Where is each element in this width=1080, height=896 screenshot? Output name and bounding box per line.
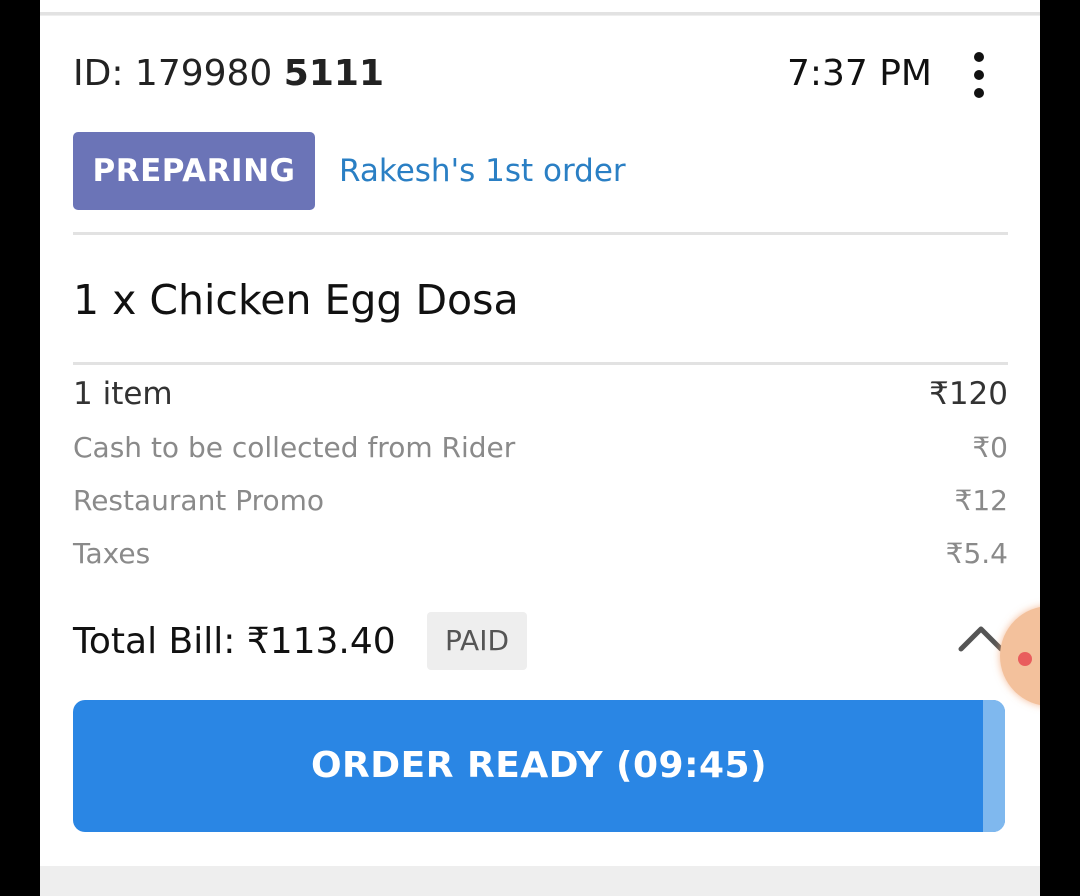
button-progress-edge — [983, 700, 1005, 832]
previous-card-edge — [40, 0, 1040, 15]
bill-row-value: ₹0 — [972, 431, 1008, 464]
status-row: PREPARING Rakesh's 1st order — [73, 132, 1008, 210]
divider — [73, 362, 1008, 365]
status-badge: PREPARING — [73, 132, 315, 210]
order-time: 7:37 PM — [786, 53, 932, 94]
bill-row-label: 1 item — [73, 376, 173, 412]
bill-row-value: ₹12 — [954, 484, 1008, 517]
order-card: ID: 179980 5111 7:37 PM PREPARING Rakesh… — [40, 16, 1040, 866]
order-id-suffix: 5111 — [283, 53, 384, 94]
bill-row-label: Taxes — [73, 537, 151, 570]
total-row: Total Bill: ₹113.40 PAID — [73, 610, 1008, 674]
total-bill: Total Bill: ₹113.40 — [73, 621, 396, 662]
kebab-menu-icon[interactable] — [972, 52, 986, 98]
divider — [73, 232, 1008, 235]
notification-dot-icon — [1018, 652, 1032, 666]
bill-row-promo: Restaurant Promo ₹12 — [73, 481, 1008, 521]
order-id: ID: 179980 5111 — [73, 52, 384, 96]
bill-row-cash: Cash to be collected from Rider ₹0 — [73, 428, 1008, 468]
bill-row-value: ₹5.4 — [945, 537, 1008, 570]
order-item-line: 1 x Chicken Egg Dosa — [73, 276, 519, 324]
bill-row-taxes: Taxes ₹5.4 — [73, 534, 1008, 574]
bill-row-value: ₹120 — [929, 376, 1008, 412]
bill-row-items: 1 item ₹120 — [73, 374, 1008, 414]
chevron-up-icon[interactable] — [958, 622, 1004, 652]
app-screen: ID: 179980 5111 7:37 PM PREPARING Rakesh… — [40, 0, 1040, 896]
customer-order-note: Rakesh's 1st order — [339, 153, 626, 189]
order-ready-label: ORDER READY (09:45) — [310, 745, 768, 786]
order-ready-button[interactable]: ORDER READY (09:45) — [73, 700, 1005, 832]
bill-row-label: Restaurant Promo — [73, 484, 325, 517]
payment-status-badge: PAID — [427, 612, 527, 670]
bill-row-label: Cash to be collected from Rider — [73, 431, 516, 464]
order-id-prefix: ID: 179980 — [73, 53, 273, 94]
order-header: ID: 179980 5111 7:37 PM — [73, 52, 1008, 98]
